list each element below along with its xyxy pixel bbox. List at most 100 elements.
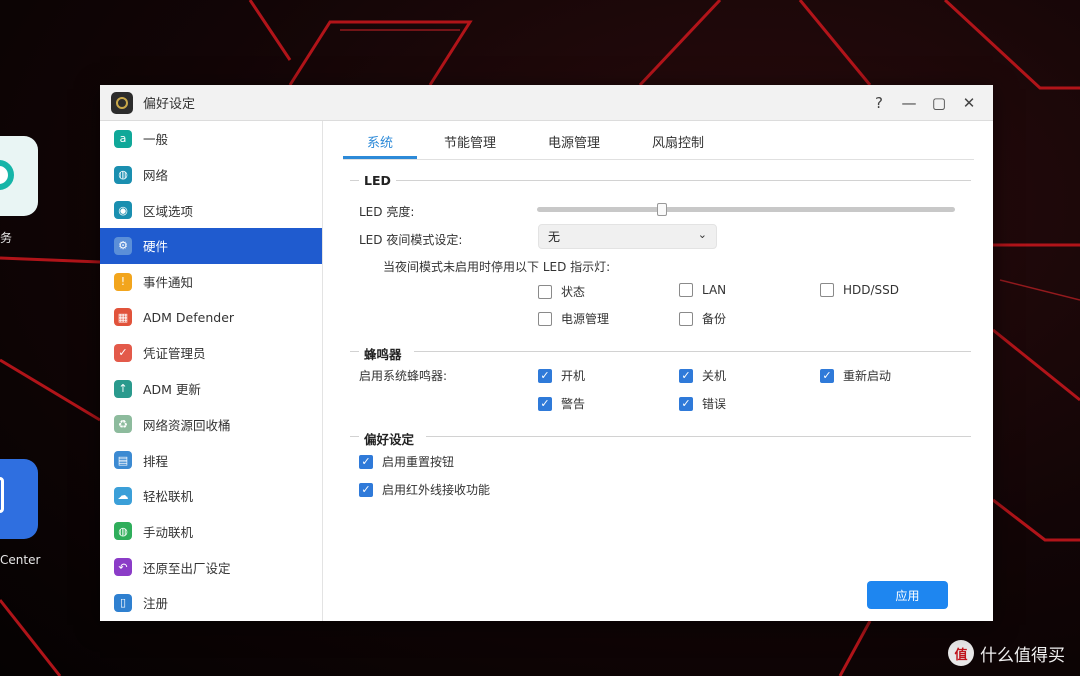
checkbox-led-power[interactable]: 电源管理 <box>538 310 609 327</box>
checkbox-box <box>538 284 552 299</box>
tab-power-management[interactable]: 电源管理 <box>523 121 625 159</box>
checkbox-box: ✓ <box>538 396 552 411</box>
sidebar-item[interactable]: ◉ 区域选项 <box>100 192 322 228</box>
sidebar-item-label: 硬件 <box>143 239 169 255</box>
manual-connect-icon: ◍ <box>114 522 132 541</box>
checkbox-enable-infrared[interactable]: ✓ 启用红外线接收功能 <box>359 481 490 498</box>
tab-power-saving[interactable]: 节能管理 <box>417 121 523 159</box>
sidebar-item-label: 网络资源回收桶 <box>143 417 231 433</box>
checkbox-label: 启用红外线接收功能 <box>382 483 491 497</box>
checkbox-led-status[interactable]: 状态 <box>538 283 585 300</box>
section-title-buzzer: 蜂鸣器 <box>364 347 402 362</box>
sidebar-item-label: 网络 <box>143 168 169 184</box>
tab-system[interactable]: 系统 <box>343 121 417 159</box>
checkbox-enable-reset-button[interactable]: ✓ 启用重置按钮 <box>359 453 454 470</box>
firewall-icon: ▦ <box>114 308 132 327</box>
slider-handle[interactable] <box>657 203 668 216</box>
checkbox-box: ✓ <box>359 454 373 469</box>
globe-icon: ◍ <box>114 165 132 184</box>
tab-fan-control[interactable]: 风扇控制 <box>625 121 731 159</box>
sidebar: a 一般 ◍ 网络 ◉ 区域选项 ⚙ 硬件! 事件通知 ▦ ADM Defender ✓ 凭证管理员 ↑ A… <box>100 121 323 621</box>
close-icon[interactable]: ✕ <box>961 95 977 111</box>
recycle-bin-icon: ♻ <box>114 415 132 434</box>
checkbox-label: 关机 <box>702 369 727 383</box>
checkbox-buzzer-power-on[interactable]: ✓ 开机 <box>538 367 585 384</box>
divider <box>350 351 359 352</box>
sidebar-item[interactable]: ◍ 手动联机 <box>100 514 322 550</box>
section-title-preferences: 偏好设定 <box>364 432 415 447</box>
sidebar-item-label: ADM Defender <box>143 309 235 325</box>
checkbox-label: 警告 <box>561 397 586 411</box>
divider <box>350 436 359 437</box>
checkbox-box: ✓ <box>359 482 373 497</box>
sidebar-item[interactable]: ↑ ADM 更新 <box>100 371 322 407</box>
tab-bar: 系统 节能管理 电源管理 风扇控制 <box>343 121 974 160</box>
sidebar-item[interactable]: ! 事件通知 <box>100 264 322 300</box>
update-icon: ↑ <box>114 379 132 398</box>
sidebar-item-label: 手动联机 <box>143 524 194 540</box>
sidebar-item[interactable]: ☁ 轻松联机 <box>100 478 322 514</box>
sidebar-item[interactable]: ▦ ADM Defender <box>100 299 322 335</box>
sidebar-item[interactable]: ◍ 网络 <box>100 157 322 193</box>
watermark: 值 什么值得买 <box>948 640 1065 666</box>
schedule-icon: ▤ <box>114 451 132 470</box>
window-titlebar[interactable]: 偏好设定 ? — ▢ ✕ <box>100 85 993 121</box>
general-icon: a <box>114 129 132 148</box>
divider <box>414 351 971 352</box>
apply-button[interactable]: 应用 <box>867 581 948 609</box>
night-mode-select[interactable]: 无 ⌄ <box>538 224 717 249</box>
sidebar-item-label: 轻松联机 <box>143 489 194 505</box>
watermark-logo-icon: 值 <box>948 640 974 666</box>
desktop-app-icon-services[interactable] <box>0 136 38 216</box>
checkbox-label: 备份 <box>702 312 727 326</box>
region-icon: ◉ <box>114 201 132 220</box>
checkbox-box: ✓ <box>538 368 552 383</box>
restore-icon: ↶ <box>114 558 132 577</box>
checkbox-label: 启用重置按钮 <box>382 455 455 469</box>
checkbox-led-backup[interactable]: 备份 <box>679 310 726 327</box>
buzzer-enable-label: 启用系统蜂鸣器: <box>359 369 448 383</box>
notification-icon: ! <box>114 272 132 291</box>
checkbox-led-hdd[interactable]: HDD/SSD <box>820 283 899 297</box>
app-circle-icon <box>0 160 14 190</box>
checkbox-label: 错误 <box>702 397 727 411</box>
settings-gear-icon <box>111 91 133 114</box>
checkbox-label: 电源管理 <box>561 312 610 326</box>
checkbox-led-lan[interactable]: LAN <box>679 283 726 297</box>
window-title: 偏好设定 <box>143 97 196 112</box>
checkbox-box <box>820 283 834 297</box>
sidebar-item[interactable]: ▯ 注册 <box>100 585 322 621</box>
led-brightness-slider[interactable] <box>537 203 955 216</box>
sidebar-item[interactable]: ♻ 网络资源回收桶 <box>100 407 322 443</box>
minimize-icon[interactable]: — <box>901 95 917 111</box>
checkbox-buzzer-shutdown[interactable]: ✓ 关机 <box>679 367 726 384</box>
sidebar-item[interactable]: ↶ 还原至出厂设定 <box>100 549 322 585</box>
checkbox-box: ✓ <box>679 368 693 383</box>
sidebar-item[interactable]: a 一般 <box>100 121 322 157</box>
desktop-app-icon-center[interactable] <box>0 459 38 539</box>
sidebar-item-label: 排程 <box>143 453 169 469</box>
help-icon[interactable]: ? <box>871 95 887 111</box>
desktop-app-label: 务 <box>0 231 13 245</box>
sidebar-item-label: 事件通知 <box>143 275 194 291</box>
maximize-icon[interactable]: ▢ <box>931 95 947 111</box>
checkbox-label: LAN <box>702 283 727 297</box>
sidebar-item-label: 还原至出厂设定 <box>143 560 231 576</box>
sidebar-item[interactable]: ⚙ 硬件 <box>100 228 322 264</box>
divider <box>396 180 971 181</box>
checkbox-buzzer-warning[interactable]: ✓ 警告 <box>538 395 585 412</box>
sidebar-item[interactable]: ▤ 排程 <box>100 442 322 478</box>
sidebar-item[interactable]: ✓ 凭证管理员 <box>100 335 322 371</box>
checkbox-label: HDD/SSD <box>843 283 900 297</box>
night-mode-value: 无 <box>548 230 561 244</box>
desktop-app-label: Center <box>0 553 41 567</box>
divider <box>350 180 359 181</box>
checkbox-label: 重新启动 <box>843 369 892 383</box>
checkbox-label: 开机 <box>561 369 586 383</box>
checkbox-buzzer-error[interactable]: ✓ 错误 <box>679 395 726 412</box>
checkbox-buzzer-restart[interactable]: ✓ 重新启动 <box>820 367 891 384</box>
preferences-window: 偏好设定 ? — ▢ ✕ a 一般 ◍ 网络 ◉ 区域选项 ⚙ 硬件! 事件通知 ▦ ADM Def… <box>100 85 993 621</box>
certificate-icon: ✓ <box>114 343 132 362</box>
led-brightness-label: LED 亮度: <box>359 205 415 219</box>
divider <box>426 436 971 437</box>
